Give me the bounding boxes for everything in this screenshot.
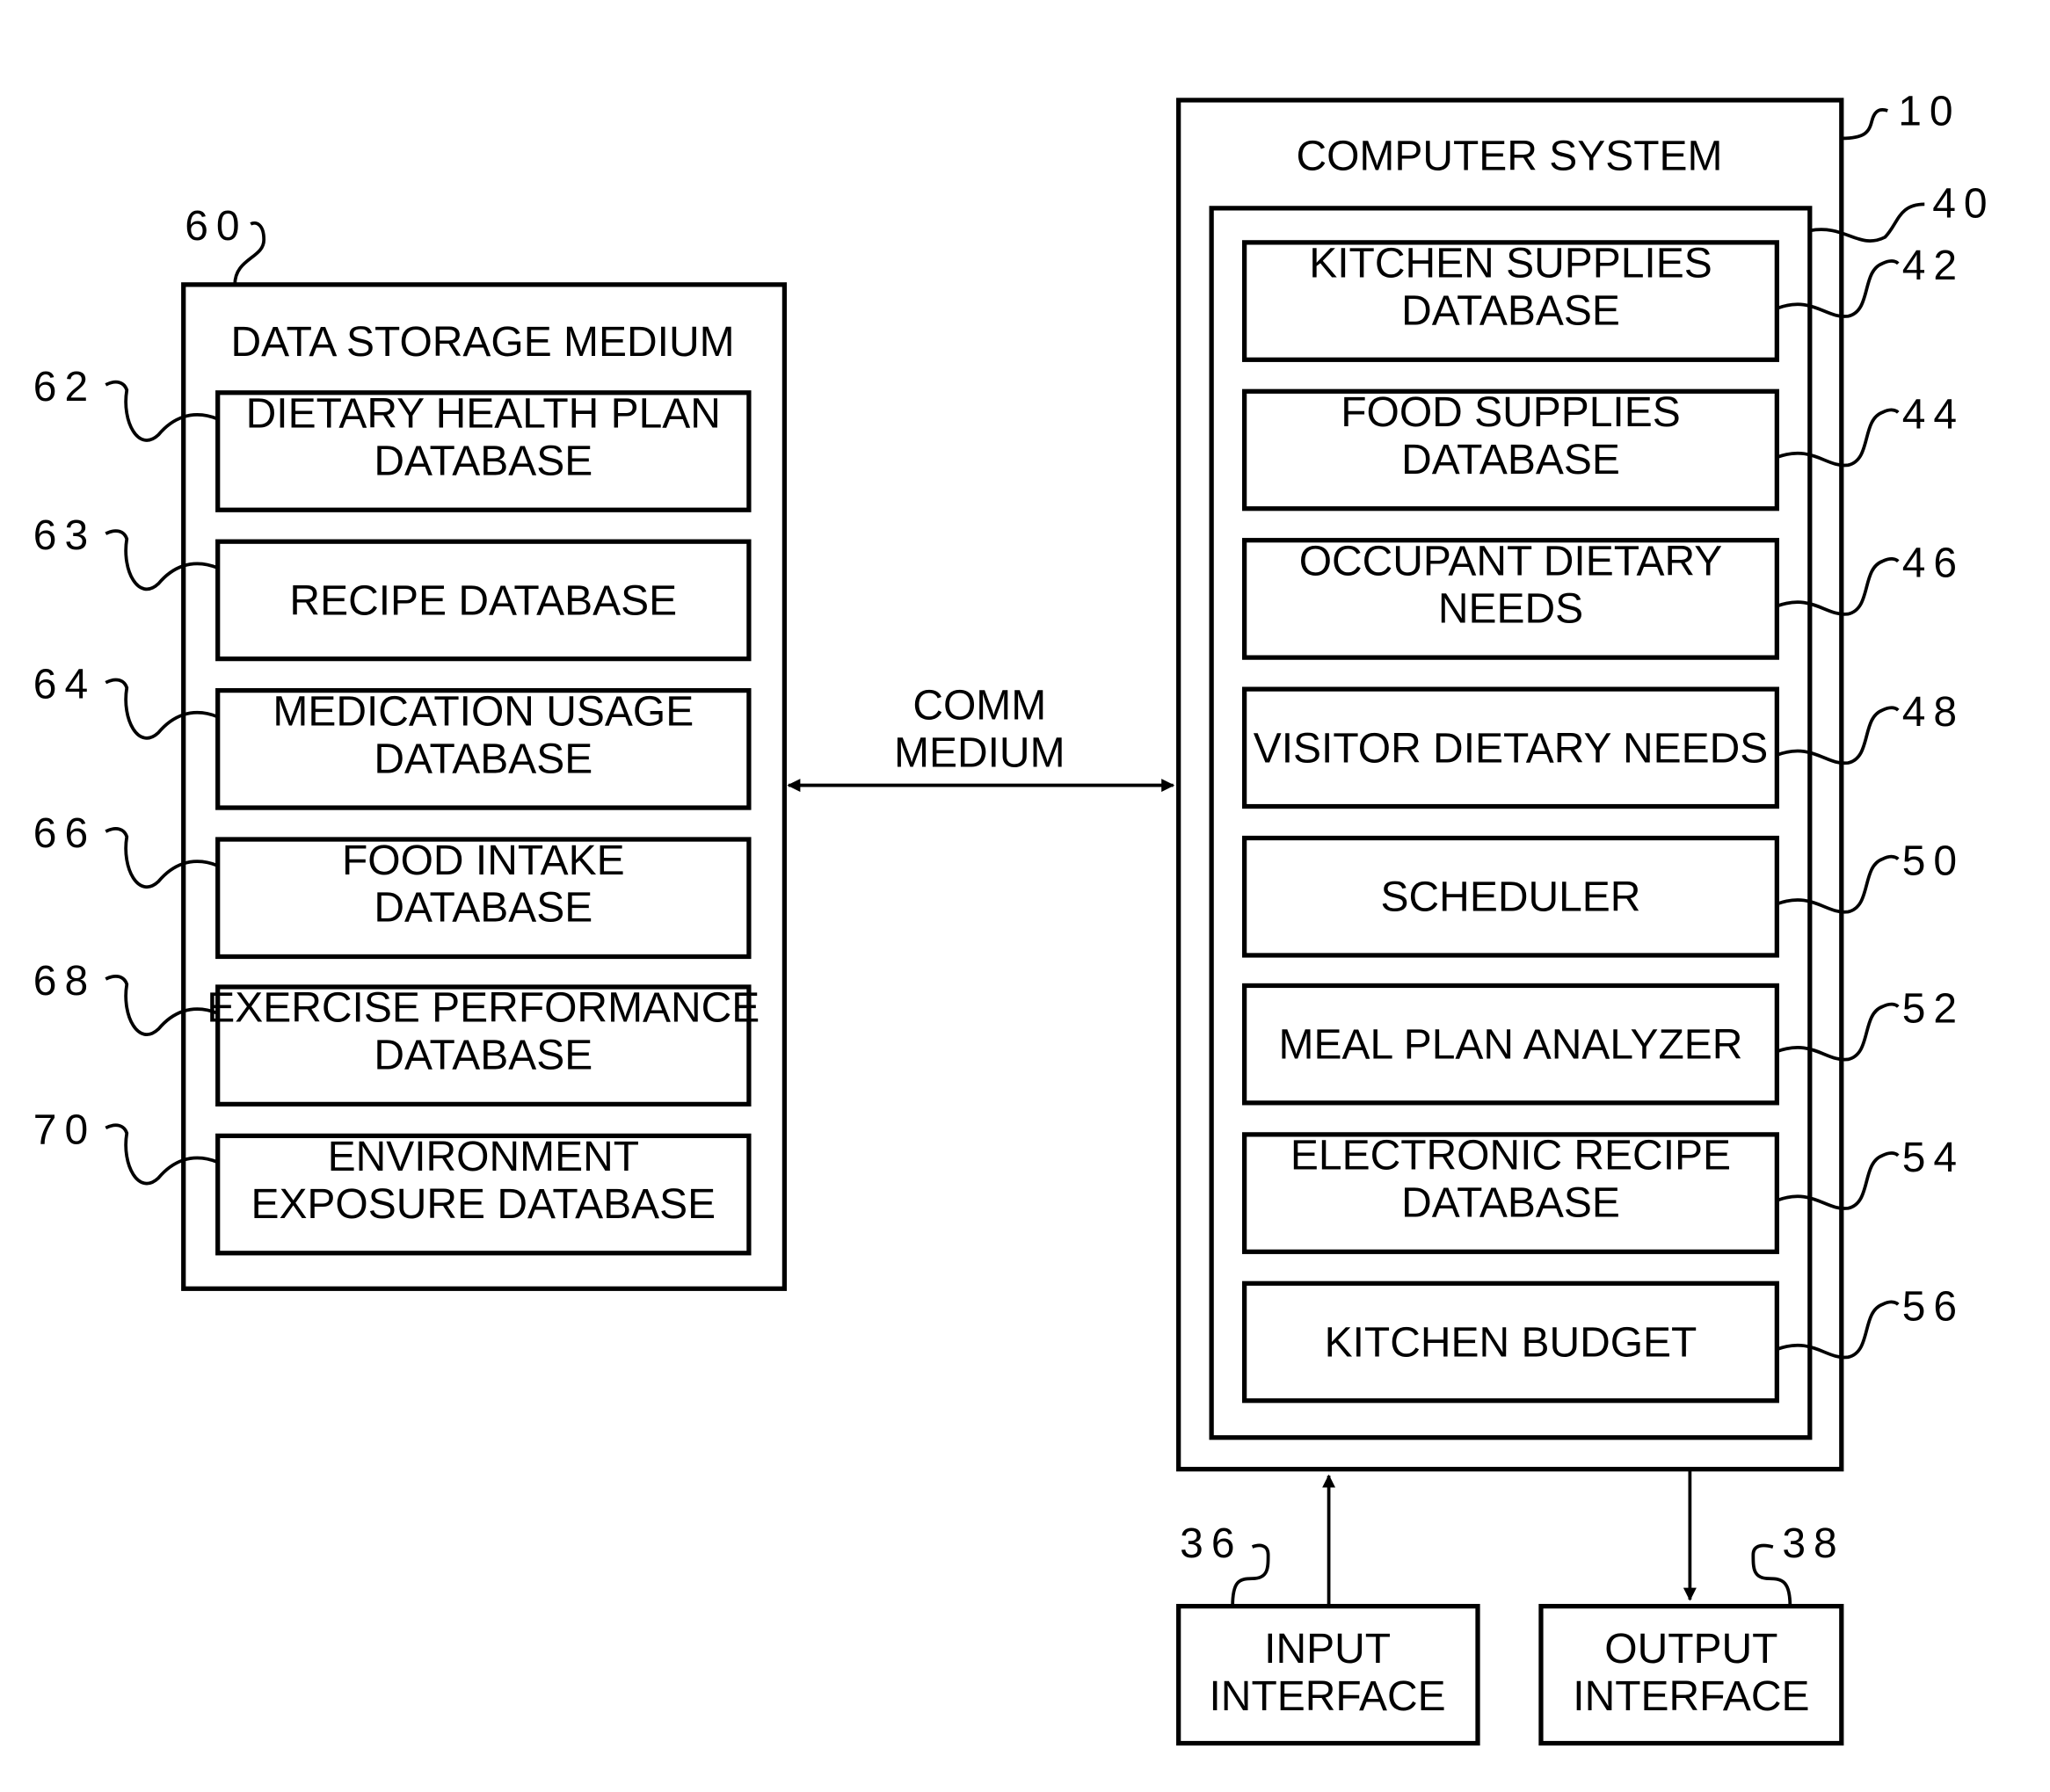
ref-10: 10 — [1898, 88, 1960, 134]
ref-60: 60 — [185, 203, 247, 250]
system-diagram: DATA STORAGE MEDIUM 60 DIETARY HEALTH PL… — [33, 88, 1995, 1746]
ref-number: 70 — [33, 1106, 96, 1153]
ref-number: 54 — [1902, 1135, 1965, 1181]
data-storage-title: DATA STORAGE MEDIUM — [231, 319, 735, 366]
item-label-line: DIETARY HEALTH PLAN — [246, 391, 721, 438]
ref-number: 46 — [1902, 541, 1965, 587]
ref-38: 38 — [1782, 1520, 1844, 1567]
ref-number: 52 — [1902, 985, 1965, 1032]
item-label-line: EXPOSURE DATABASE — [251, 1181, 716, 1228]
item-label-line: DATABASE — [1401, 288, 1620, 335]
item-label-line: DATABASE — [374, 1033, 592, 1079]
ref-40: 40 — [1932, 180, 1995, 227]
computer-system-item: FOOD SUPPLIESDATABASE 44 — [1242, 388, 1965, 511]
output-interface-line1: OUTPUT — [1604, 1626, 1777, 1672]
ref-number: 66 — [33, 810, 96, 857]
input-interface-line2: INTERFACE — [1209, 1673, 1445, 1720]
item-label-line: ENVIRONMENT — [328, 1134, 639, 1180]
ref-number: 42 — [1902, 243, 1965, 289]
computer-system-item: OCCUPANT DIETARYNEEDS 46 — [1242, 538, 1965, 660]
ref-number: 68 — [33, 958, 96, 1005]
item-label-line: ELECTRONIC RECIPE — [1290, 1133, 1731, 1179]
computer-system: COMPUTER SYSTEM 10 40 KITCHEN SUPPLIESDA… — [1176, 88, 1995, 1472]
item-label-line: MEDICATION USAGE — [273, 688, 694, 735]
computer-system-title: COMPUTER SYSTEM — [1296, 133, 1722, 179]
computer-system-item: SCHEDULER 50 — [1242, 835, 1965, 958]
ref-36: 36 — [1180, 1520, 1242, 1567]
computer-system-item: MEAL PLAN ANALYZER 52 — [1242, 983, 1965, 1106]
ref-number: 64 — [33, 662, 96, 708]
comm-label-line2: MEDIUM — [894, 730, 1065, 777]
item-label-line: OCCUPANT DIETARY — [1299, 538, 1723, 584]
input-interface-line1: INPUT — [1264, 1626, 1391, 1672]
data-storage-medium: DATA STORAGE MEDIUM 60 DIETARY HEALTH PL… — [33, 203, 788, 1291]
comm-medium: COMM MEDIUM — [787, 683, 1175, 793]
item-label-line: KITCHEN SUPPLIES — [1309, 241, 1712, 287]
ref-number: 50 — [1902, 838, 1965, 885]
item-label-line: FOOD INTAKE — [342, 838, 625, 884]
item-label-line: SCHEDULER — [1381, 874, 1641, 921]
computer-system-item: KITCHEN SUPPLIESDATABASE 42 — [1242, 240, 1965, 362]
item-label-line: DATABASE — [374, 736, 592, 782]
output-interface-line2: INTERFACE — [1573, 1673, 1809, 1720]
item-label-line: NEEDS — [1438, 585, 1583, 632]
ref-number: 44 — [1902, 391, 1965, 438]
item-label-line: DATABASE — [374, 885, 592, 932]
computer-system-item: KITCHEN BUDGET 56 — [1242, 1281, 1965, 1404]
ref-leader-10 — [1841, 107, 1888, 141]
item-label-line: DATABASE — [1401, 437, 1620, 483]
item-label-line: DATABASE — [1401, 1180, 1620, 1227]
computer-system-item: VISITOR DIETARY NEEDS 48 — [1242, 686, 1965, 809]
item-label-line: EXERCISE PERFORMANCE — [207, 985, 760, 1032]
item-label-line: MEAL PLAN ANALYZER — [1279, 1022, 1743, 1069]
comm-label-line1: COMM — [912, 683, 1046, 729]
ref-number: 56 — [1902, 1283, 1965, 1330]
ref-number: 63 — [33, 512, 96, 559]
item-label-line: RECIPE DATABASE — [289, 577, 677, 624]
item-label-line: DATABASE — [374, 438, 592, 484]
item-label-line: FOOD SUPPLIES — [1341, 389, 1681, 436]
output-interface: OUTPUT INTERFACE 38 — [1538, 1520, 1844, 1746]
ref-number: 62 — [33, 364, 96, 410]
ref-number: 48 — [1902, 689, 1965, 736]
computer-system-item: ELECTRONIC RECIPEDATABASE 54 — [1242, 1132, 1965, 1254]
item-label-line: KITCHEN BUDGET — [1325, 1319, 1697, 1366]
item-label-line: VISITOR DIETARY NEEDS — [1254, 725, 1769, 772]
